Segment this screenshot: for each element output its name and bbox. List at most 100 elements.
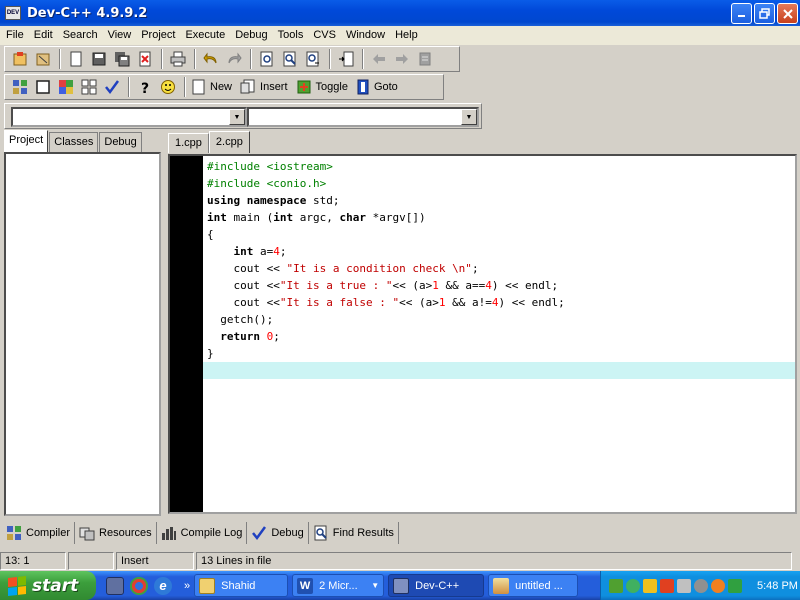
rebuild-button[interactable] bbox=[78, 76, 100, 98]
save-all-button[interactable] bbox=[111, 48, 133, 70]
tab-resources[interactable]: Resources bbox=[77, 522, 157, 544]
tab-file-2[interactable]: 2.cpp bbox=[208, 131, 250, 153]
nav-back-button[interactable] bbox=[368, 48, 390, 70]
tab-debug-output[interactable]: Debug bbox=[249, 522, 309, 544]
menu-help[interactable]: Help bbox=[390, 26, 423, 45]
code-editor[interactable]: #include <iostream> #include <conio.h> usi… bbox=[168, 154, 797, 514]
menu-view[interactable]: View bbox=[103, 26, 137, 45]
menu-debug[interactable]: Debug bbox=[230, 26, 272, 45]
redo-button[interactable] bbox=[223, 48, 245, 70]
about-button[interactable] bbox=[157, 76, 179, 98]
browser-tray-icon[interactable] bbox=[711, 578, 725, 593]
member-select[interactable]: ▼ bbox=[247, 107, 479, 127]
menu-search[interactable]: Search bbox=[58, 26, 103, 45]
print-button[interactable] bbox=[167, 48, 189, 70]
menu-project[interactable]: Project bbox=[136, 26, 180, 45]
code-line[interactable]: ​ bbox=[203, 362, 795, 379]
task-devcpp[interactable]: Dev-C++ bbox=[388, 574, 485, 597]
security-icon[interactable] bbox=[626, 578, 640, 593]
code-line[interactable]: cout << "It is a condition check \n"; bbox=[207, 260, 795, 277]
menu-tools[interactable]: Tools bbox=[273, 26, 309, 45]
minimize-icon bbox=[738, 15, 745, 17]
task-shahid[interactable]: Shahid bbox=[194, 574, 289, 597]
new-button[interactable]: New bbox=[190, 76, 238, 98]
close-project-button[interactable] bbox=[32, 48, 54, 70]
new-file-button[interactable] bbox=[65, 48, 87, 70]
devcpp-quicklaunch-icon[interactable] bbox=[106, 576, 124, 595]
task-word[interactable]: W 2 Micr... ▼ bbox=[292, 574, 385, 597]
code-line[interactable]: int main (int argc, char *argv[]) bbox=[207, 209, 795, 226]
nav-forward-button[interactable] bbox=[391, 48, 413, 70]
start-button[interactable]: start bbox=[0, 571, 96, 600]
task-paint[interactable]: untitled ... bbox=[488, 574, 579, 597]
ie-icon[interactable]: e bbox=[154, 576, 172, 595]
compile-button[interactable] bbox=[9, 76, 31, 98]
menu-window[interactable]: Window bbox=[341, 26, 390, 45]
bookmark-icon bbox=[419, 52, 431, 66]
compile-run-button[interactable] bbox=[55, 76, 77, 98]
check-syntax-button[interactable] bbox=[101, 76, 123, 98]
smiley-icon bbox=[161, 80, 175, 94]
help-icon: ? bbox=[141, 81, 149, 95]
menu-cvs[interactable]: CVS bbox=[308, 26, 341, 45]
close-file-button[interactable] bbox=[134, 48, 156, 70]
editor-gutter[interactable] bbox=[170, 156, 203, 512]
status-line-count: 13 Lines in file bbox=[196, 552, 792, 570]
class-select[interactable]: ▼ bbox=[11, 107, 247, 127]
run-button[interactable] bbox=[32, 76, 54, 98]
status-bar: 13: 1 Insert 13 Lines in file bbox=[0, 552, 800, 571]
replace-button[interactable] bbox=[279, 48, 301, 70]
tab-compile-log[interactable]: Compile Log bbox=[159, 522, 248, 544]
chevron-down-icon[interactable]: ▼ bbox=[229, 109, 245, 125]
open-file-button[interactable] bbox=[88, 48, 110, 70]
goto-button[interactable]: Goto bbox=[354, 76, 404, 98]
find-next-button[interactable] bbox=[302, 48, 324, 70]
tab-file-1[interactable]: 1.cpp bbox=[168, 133, 209, 153]
toggle-button[interactable]: Toggle bbox=[294, 76, 354, 98]
code-line[interactable]: } bbox=[207, 345, 795, 362]
tab-classes[interactable]: Classes bbox=[49, 132, 99, 152]
undo-button[interactable] bbox=[200, 48, 222, 70]
insert-icon bbox=[240, 79, 255, 94]
main-toolbar bbox=[4, 46, 460, 72]
chevron-down-icon[interactable]: ▼ bbox=[461, 109, 477, 125]
insert-button[interactable]: Insert bbox=[238, 76, 294, 98]
tab-find-results[interactable]: Find Results bbox=[311, 522, 399, 544]
menu-execute[interactable]: Execute bbox=[180, 26, 230, 45]
code-line[interactable]: { bbox=[207, 226, 795, 243]
code-line[interactable]: cout <<"It is a true : "<< (a>1 && a==4)… bbox=[207, 277, 795, 294]
antivirus-icon[interactable] bbox=[660, 578, 674, 593]
project-browser[interactable] bbox=[4, 152, 161, 516]
code-line[interactable]: getch(); bbox=[207, 311, 795, 328]
bookmark-button[interactable] bbox=[414, 48, 436, 70]
chevron-right-icon[interactable]: » bbox=[184, 580, 190, 592]
goto-line-button[interactable] bbox=[335, 48, 357, 70]
volume-icon[interactable] bbox=[677, 578, 691, 593]
code-line[interactable]: cout <<"It is a false : "<< (a>1 && a!=4… bbox=[207, 294, 795, 311]
network-icon[interactable] bbox=[609, 578, 623, 593]
title-bar[interactable]: DEV Dev-C++ 4.9.9.2 bbox=[0, 0, 800, 26]
code-line[interactable]: int a=4; bbox=[207, 243, 795, 260]
find-button[interactable] bbox=[256, 48, 278, 70]
chrome-icon[interactable] bbox=[130, 576, 148, 595]
code-line[interactable]: #include <conio.h> bbox=[207, 175, 795, 192]
open-project-button[interactable] bbox=[9, 48, 31, 70]
restore-button[interactable] bbox=[754, 3, 775, 24]
messenger-icon[interactable] bbox=[728, 578, 742, 593]
tab-project[interactable]: Project bbox=[4, 130, 49, 152]
shield-icon[interactable] bbox=[643, 578, 657, 593]
menu-edit[interactable]: Edit bbox=[29, 26, 58, 45]
code-line[interactable]: using namespace std; bbox=[207, 192, 795, 209]
update-icon[interactable] bbox=[694, 578, 708, 593]
code-area[interactable]: #include <iostream> #include <conio.h> usi… bbox=[203, 158, 795, 379]
code-line[interactable]: return 0; bbox=[207, 328, 795, 345]
tab-find-results-label: Find Results bbox=[332, 527, 394, 539]
tab-debug[interactable]: Debug bbox=[99, 132, 142, 152]
minimize-button[interactable] bbox=[731, 3, 752, 24]
code-line[interactable]: #include <iostream> bbox=[207, 158, 795, 175]
help-button[interactable]: ? bbox=[134, 76, 156, 98]
menu-file[interactable]: File bbox=[1, 26, 29, 45]
close-button[interactable] bbox=[777, 3, 798, 24]
goto-button-label: Goto bbox=[373, 81, 398, 93]
tab-compiler[interactable]: Compiler bbox=[4, 522, 76, 544]
